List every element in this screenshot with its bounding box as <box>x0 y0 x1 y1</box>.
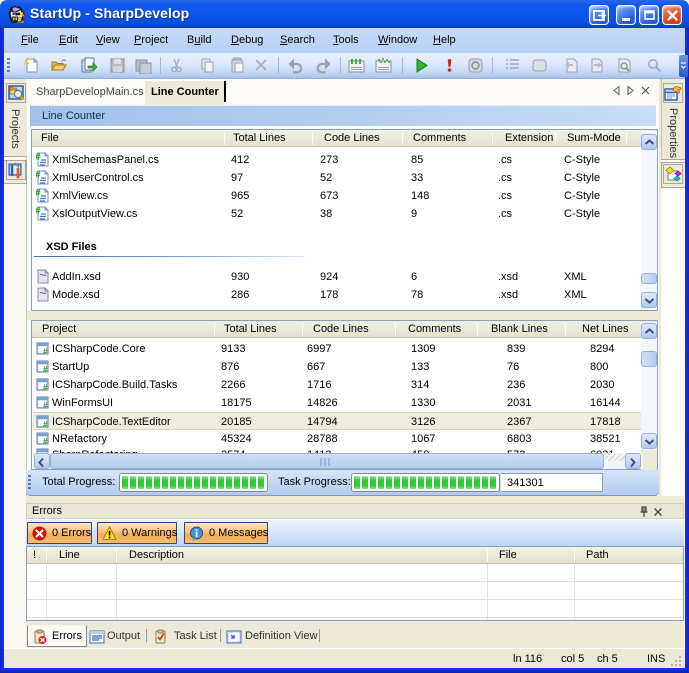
svg-text:#: # <box>36 170 41 181</box>
svg-text:#: # <box>36 206 41 217</box>
svg-text:#: # <box>43 420 48 429</box>
svg-text:#: # <box>43 437 48 446</box>
svg-text:#: # <box>43 383 48 392</box>
svg-text:#: # <box>36 152 41 163</box>
svg-text:#: # <box>36 188 41 199</box>
svg-text:#: # <box>43 401 48 410</box>
svg-text:#: # <box>43 347 48 356</box>
svg-text:#: # <box>43 365 48 374</box>
